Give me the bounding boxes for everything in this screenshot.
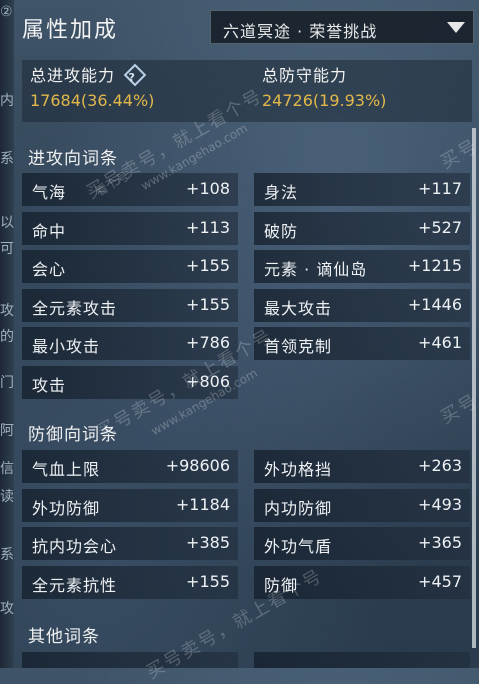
stat-name: 气海 — [32, 183, 67, 202]
page-title: 属性加成 — [22, 18, 119, 43]
stat-name: 抗内功会心 — [32, 537, 118, 556]
stat-row: 身法 +117 — [254, 173, 470, 206]
stat-value: +117 — [418, 179, 462, 198]
stat-value: +527 — [418, 217, 462, 237]
help-icon[interactable]: ? — [123, 63, 147, 87]
stat-row: 首领克制 +461 — [254, 327, 470, 360]
left-edge-glyph: 门 — [0, 375, 14, 391]
left-edge-glyph: 可 — [0, 241, 14, 257]
stat-row: 破防 +527 — [254, 211, 470, 245]
stat-name: 最大攻击 — [264, 298, 333, 318]
left-edge-glyph: 阿 — [0, 423, 14, 439]
left-edge-strip: ②内系以可攻的门阿信读系攻 — [0, 0, 14, 668]
stat-value: +457 — [418, 571, 462, 591]
stat-name: 全元素抗性 — [32, 575, 118, 595]
stat-row: 全元素攻击 +155 — [22, 288, 238, 322]
total-defense-label: 总防守能力 — [262, 66, 348, 85]
stat-name: 元素 · 谪仙岛 — [264, 260, 368, 279]
stat-name: 最小攻击 — [32, 337, 101, 356]
stat-name: 破防 — [264, 221, 299, 241]
stat-row: 元素 · 谪仙岛 +1215 — [254, 250, 470, 283]
left-edge-glyph: 以 — [0, 215, 14, 231]
stat-name: 外功防御 — [32, 498, 101, 518]
panel-header: 属性加成 六道冥途 · 荣誉挑战 — [14, 0, 479, 52]
left-edge-glyph: 的 — [0, 329, 14, 345]
total-defense-block: 总防守能力 24726(19.93%) — [262, 64, 386, 114]
total-attack-value: 17684(36.44%) — [30, 91, 155, 110]
stat-name: 内功防御 — [264, 498, 333, 518]
stat-name: 气血上限 — [32, 460, 101, 479]
attribute-panel: 属性加成 六道冥途 · 荣誉挑战 总进攻能力 ? 17684(36.44%) 总… — [14, 0, 479, 683]
stat-name: 全元素攻击 — [32, 298, 118, 318]
stat-row: 全元素抗性 +155 — [22, 565, 238, 599]
left-edge-glyph: 内 — [0, 93, 14, 109]
stat-value: +1446 — [407, 294, 462, 314]
left-edge-glyph: 系 — [0, 547, 14, 563]
stat-name: 攻击 — [32, 375, 67, 395]
stat-value: +155 — [186, 256, 230, 275]
stat-value: +1215 — [407, 256, 462, 275]
stat-row: 抗内功会心 +385 — [22, 527, 238, 560]
stat-value: +98606 — [165, 456, 230, 475]
stat-row: 内功防御 +493 — [254, 488, 470, 522]
stat-row: 命中 +113 — [22, 211, 238, 245]
total-defense-value: 24726(19.93%) — [262, 91, 387, 110]
stat-row-partial — [254, 652, 470, 668]
stat-value: +155 — [186, 294, 230, 314]
stat-name: 命中 — [32, 221, 67, 241]
attack-section-title: 进攻向词条 — [28, 149, 118, 169]
stat-value: +493 — [418, 494, 462, 514]
dropdown-selected-value: 六道冥途 · 荣誉挑战 — [223, 22, 378, 41]
stat-value: +385 — [186, 533, 230, 552]
total-attack-label: 总进攻能力 — [30, 66, 116, 85]
stat-value: +461 — [418, 333, 462, 352]
stat-row: 外功格挡 +263 — [254, 450, 470, 483]
stat-row: 最大攻击 +1446 — [254, 288, 470, 322]
stat-name: 外功格挡 — [264, 460, 333, 479]
stat-row: 气血上限 +98606 — [22, 450, 238, 483]
mode-dropdown[interactable]: 六道冥途 · 荣誉挑战 — [210, 10, 474, 44]
stat-value: +108 — [186, 179, 230, 198]
stat-name: 会心 — [32, 260, 67, 279]
stat-name: 外功气盾 — [264, 537, 333, 556]
chevron-down-icon — [447, 22, 465, 33]
stat-row: 外功气盾 +365 — [254, 527, 470, 560]
total-attack-block: 总进攻能力 ? 17684(36.44%) — [30, 63, 155, 114]
stat-row: 会心 +155 — [22, 250, 238, 283]
left-edge-glyph: 读 — [0, 489, 14, 505]
scrollbar[interactable] — [472, 128, 476, 648]
stat-value: +365 — [418, 533, 462, 552]
left-edge-glyph: 系 — [0, 151, 14, 167]
stat-value: +1184 — [175, 494, 230, 514]
stat-value: +113 — [186, 217, 230, 237]
left-edge-glyph: 攻 — [0, 601, 14, 617]
stat-row: 外功防御 +1184 — [22, 488, 238, 522]
left-edge-glyph: ② — [0, 4, 13, 20]
left-edge-glyph: 信 — [0, 461, 14, 477]
other-section-title: 其他词条 — [28, 627, 100, 647]
stat-value: +263 — [418, 456, 462, 475]
left-edge-glyph: 攻 — [0, 303, 14, 319]
stat-value: +155 — [186, 571, 230, 591]
stat-name: 身法 — [264, 183, 299, 202]
